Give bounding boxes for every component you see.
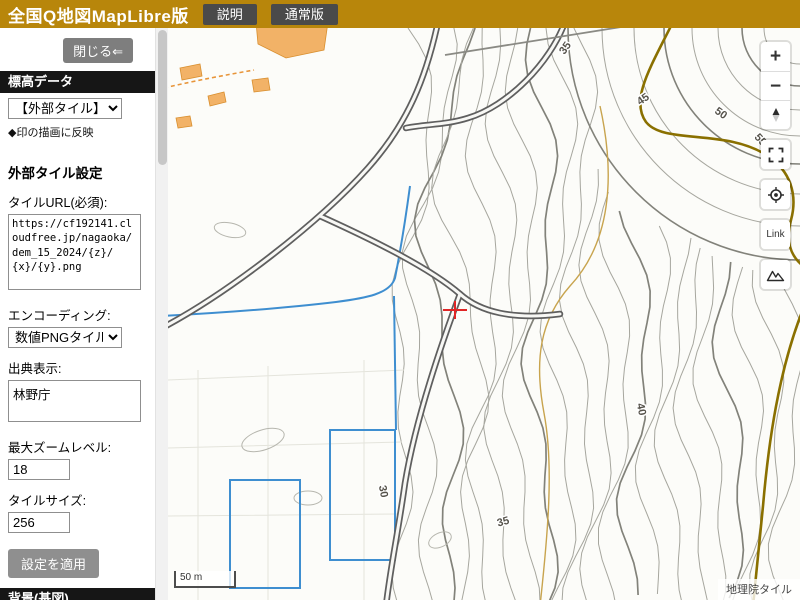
- map-canvas[interactable]: 35 45 50 55 40 30 35 + −: [168, 28, 800, 600]
- red-cross-marker: [443, 301, 467, 319]
- tile-url-textarea[interactable]: https://cf192141.cloudfree.jp/nagaoka/de…: [8, 214, 141, 290]
- sidebar-scrollbar-thumb[interactable]: [158, 30, 167, 165]
- encoding-label: エンコーディング:: [8, 305, 147, 324]
- sidebar-scrollbar[interactable]: [155, 28, 168, 600]
- sidebar-close-button[interactable]: 閉じる⇐: [63, 38, 133, 63]
- compass-button[interactable]: [761, 100, 790, 129]
- fullscreen-control-group: [761, 140, 790, 169]
- attribution-label: 出典表示:: [8, 358, 147, 377]
- terrain-mountains-icon: [766, 266, 785, 284]
- index-contour-lower: [753, 302, 800, 600]
- terrain-control-group: [761, 260, 790, 289]
- attribution-textarea[interactable]: 林野庁: [8, 380, 141, 422]
- fullscreen-button[interactable]: [761, 140, 790, 169]
- geolocate-button[interactable]: [761, 180, 790, 209]
- link-button-label: Link: [766, 229, 784, 240]
- contour-label: 40: [634, 402, 648, 416]
- external-tile-heading: 外部タイル設定: [8, 162, 147, 182]
- normal-version-button[interactable]: 通常版: [271, 4, 338, 25]
- elevation-section-body: 【外部タイル】 ◆印の描画に反映 外部タイル設定 タイルURL(必須): htt…: [0, 93, 155, 588]
- geolocate-icon: [767, 186, 785, 204]
- terrain-button[interactable]: [761, 260, 790, 289]
- water-channels: [168, 186, 410, 588]
- background-section-header: 背景(基図): [0, 588, 155, 600]
- zoom-out-button[interactable]: −: [761, 71, 790, 100]
- max-zoom-input[interactable]: [8, 459, 70, 480]
- contour-label: 35: [496, 515, 511, 530]
- zoom-in-button[interactable]: +: [761, 42, 790, 71]
- app-title: 全国Q地図MapLibre版: [8, 2, 189, 27]
- sidebar-panel: 閉じる⇐ 標高データ 【外部タイル】 ◆印の描画に反映 外部タイル設定 タイルU…: [0, 28, 168, 600]
- map-graphics: 35 45 50 55 40 30 35: [168, 28, 800, 600]
- elevation-source-select[interactable]: 【外部タイル】: [8, 98, 122, 119]
- geolocate-control-group: [761, 180, 790, 209]
- compass-needle-icon: [767, 106, 785, 124]
- link-control-group: Link: [761, 220, 790, 249]
- elevation-section-header: 標高データ: [0, 71, 155, 93]
- road-network: [168, 28, 640, 600]
- help-button[interactable]: 説明: [203, 4, 257, 25]
- background-section: 背景(基図) 標準地図: [0, 588, 155, 600]
- contour-label: 30: [376, 484, 390, 498]
- scale-bar: 50 m: [174, 571, 236, 588]
- sidebar-content: 閉じる⇐ 標高データ 【外部タイル】 ◆印の描画に反映 外部タイル設定 タイルU…: [0, 28, 155, 600]
- main-area: 閉じる⇐ 標高データ 【外部タイル】 ◆印の描画に反映 外部タイル設定 タイルU…: [0, 28, 800, 600]
- app-window: 全国Q地図MapLibre版 説明 通常版 閉じる⇐ 標高データ 【外部タイル】…: [0, 0, 800, 600]
- contour-label: 35: [557, 40, 574, 57]
- contour-label: 45: [635, 91, 652, 108]
- tile-size-label: タイルサイズ:: [8, 490, 147, 509]
- fullscreen-icon: [767, 146, 785, 164]
- building-footprints: [176, 28, 328, 128]
- plus-icon: +: [770, 47, 781, 66]
- top-header-bar: 全国Q地図MapLibre版 説明 通常版: [0, 0, 800, 28]
- apply-settings-button[interactable]: 設定を適用: [8, 549, 99, 578]
- zoom-control-group: + −: [761, 42, 790, 129]
- elevation-note: ◆印の描画に反映: [8, 124, 147, 140]
- link-button[interactable]: Link: [761, 220, 790, 249]
- minus-icon: −: [770, 77, 781, 96]
- encoding-select[interactable]: 数値PNGタイル: [8, 327, 122, 348]
- tile-url-label: タイルURL(必須):: [8, 192, 147, 211]
- contour-labels: 35 45 50 55 40 30 35: [376, 40, 769, 530]
- max-zoom-label: 最大ズームレベル:: [8, 437, 147, 456]
- tile-size-input[interactable]: [8, 512, 70, 533]
- map-attribution: 地理院タイル: [718, 579, 800, 600]
